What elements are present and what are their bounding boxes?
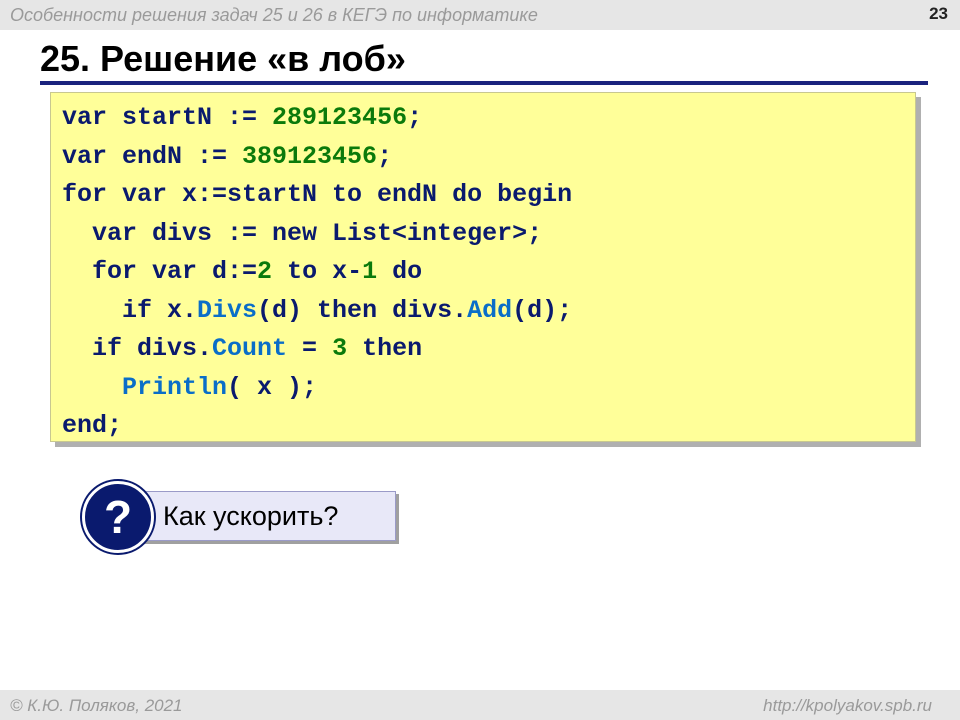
code-token: 3 — [332, 334, 348, 363]
code-token: end; — [62, 411, 123, 440]
code-line: var startN := 289123456; — [62, 99, 915, 138]
slide-title: 25. Решение «в лоб» — [40, 38, 406, 79]
code-token: ; — [407, 103, 423, 132]
code-token: 389123456 — [242, 141, 378, 171]
code-block: var startN := 289123456; var endN := 3891… — [50, 92, 916, 442]
code-token: 1 — [362, 257, 378, 286]
code-token: Divs — [197, 295, 258, 325]
code-token: (d); — [512, 295, 573, 325]
code-token: (d) then divs. — [257, 295, 468, 325]
code-token: 2 — [257, 257, 273, 286]
code-token: ; — [377, 141, 393, 171]
website-link[interactable]: http://kpolyakov.spb.ru — [763, 696, 932, 716]
code-token: = — [287, 334, 333, 363]
code-line: if divs.Count = 3 then — [62, 330, 915, 369]
code-token: for var x:=startN to endN do begin — [62, 180, 573, 209]
code-token: Println — [122, 372, 228, 402]
code-token: for var d:= — [62, 257, 258, 286]
code-token: if x. — [62, 295, 198, 325]
code-token: if divs. — [62, 334, 213, 363]
code-token: var startN := — [62, 103, 273, 132]
page-number: 23 — [929, 4, 948, 23]
code-line: var divs := new List<integer>; — [62, 215, 915, 254]
code-token: to x- — [272, 257, 363, 286]
code-token: ( x ); — [227, 372, 318, 402]
code-line: for var x:=startN to endN do begin — [62, 176, 915, 215]
code-token: do — [377, 257, 423, 286]
code-line: for var d:=2 to x-1 do — [62, 253, 915, 292]
presentation-title: Особенности решения задач 25 и 26 в КЕГЭ… — [10, 5, 538, 25]
question-callout: Как ускорить? — [128, 491, 396, 541]
code-token: then — [347, 334, 423, 363]
header-bar: Особенности решения задач 25 и 26 в КЕГЭ… — [0, 0, 960, 30]
question-mark-icon: ? — [82, 481, 154, 553]
code-line: var endN := 389123456; — [62, 138, 915, 177]
footer-bar: © К.Ю. Поляков, 2021 http://kpolyakov.sp… — [0, 690, 960, 720]
code-token: var divs := new List<integer>; — [62, 218, 543, 248]
code-line: if x.Divs(d) then divs.Add(d); — [62, 292, 915, 331]
code-line: end; — [62, 407, 915, 446]
code-token: Count — [212, 334, 288, 363]
code-token: 289123456 — [272, 103, 408, 132]
code-line: Println( x ); — [62, 369, 915, 408]
code-token: Add — [467, 295, 513, 325]
title-underline — [40, 81, 928, 85]
code-token: var endN := — [62, 141, 243, 171]
copyright-text: © К.Ю. Поляков, 2021 — [10, 696, 183, 715]
